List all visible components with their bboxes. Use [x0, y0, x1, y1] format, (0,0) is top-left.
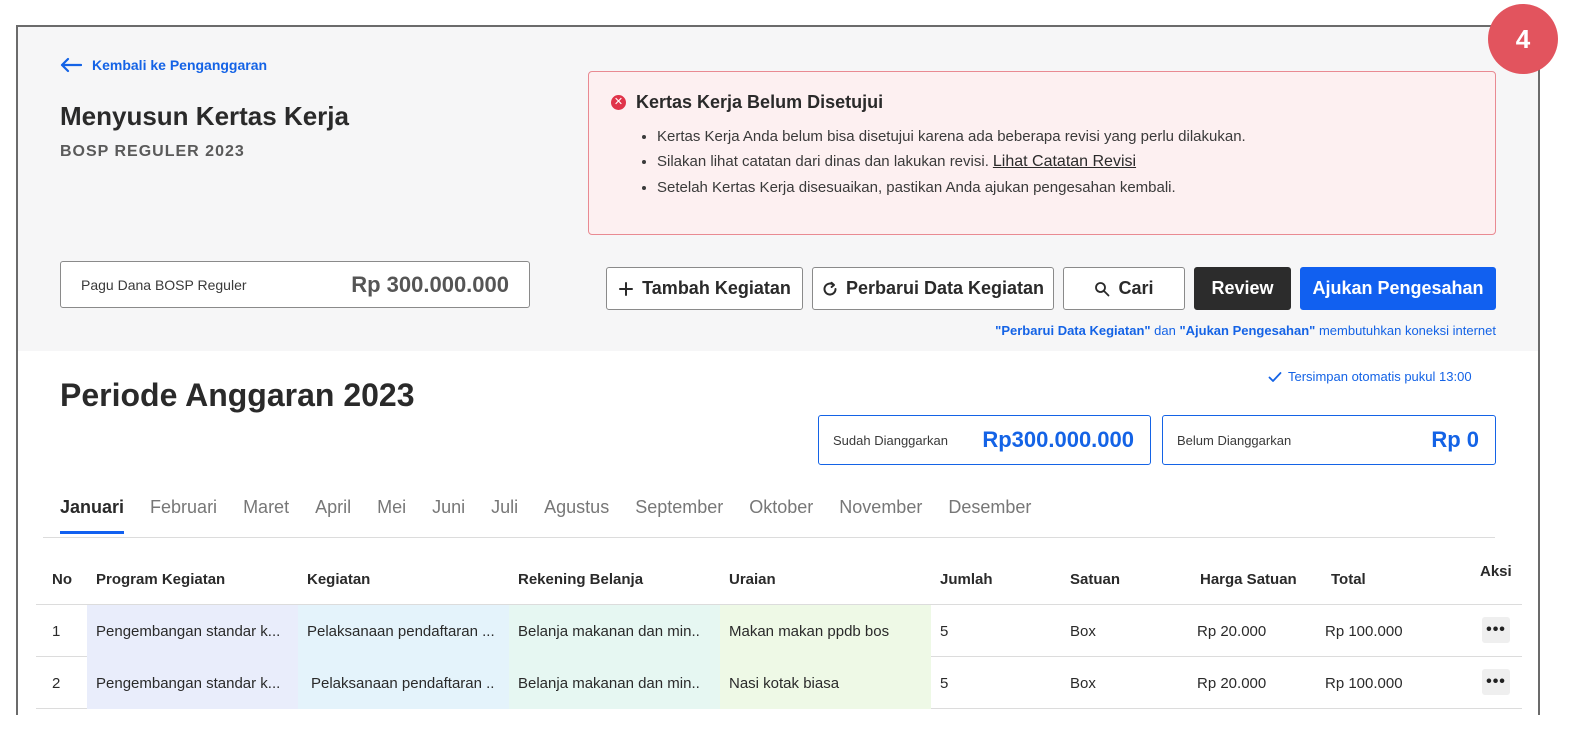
tab-november[interactable]: November [839, 497, 922, 534]
alert-list: Kertas Kerja Anda belum bisa disetujui k… [657, 128, 1246, 204]
cell-jumlah: 5 [940, 622, 949, 640]
search-icon [1095, 281, 1110, 296]
cell-uraian: Makan makan ppdb bos [720, 605, 931, 657]
period-title: Periode Anggaran 2023 [60, 377, 415, 413]
search-button[interactable]: Cari [1063, 267, 1185, 310]
cell-kegiatan: Pelaksanaan pendaftaran .. [298, 657, 509, 709]
budget-ceiling-box: Pagu Dana BOSP Reguler Rp 300.000.000 [60, 261, 530, 308]
alert-item-text: Setelah Kertas Kerja disesuaikan, pastik… [657, 179, 1176, 196]
app-frame: Kembali ke Penganggaran Menyusun Kertas … [16, 25, 1540, 715]
cell-uraian: Nasi kotak biasa [720, 657, 931, 709]
col-harga: Harga Satuan [1200, 571, 1297, 588]
budget-ceiling-value: Rp 300.000.000 [351, 271, 509, 297]
submit-approval-label: Ajukan Pengesahan [1312, 278, 1484, 298]
cell-total: Rp 100.000 [1325, 622, 1403, 640]
page-title: Menyusun Kertas Kerja [60, 101, 349, 131]
unbudgeted-summary: Belum Dianggarkan Rp 0 [1162, 415, 1496, 465]
unbudgeted-label: Belum Dianggarkan [1177, 432, 1292, 448]
col-total: Total [1331, 571, 1366, 588]
col-no: No [52, 571, 72, 588]
col-program: Program Kegiatan [96, 571, 226, 588]
table-row: 2 Pengembangan standar k... Pelaksanaan … [36, 657, 1522, 709]
tab-februari[interactable]: Februari [150, 497, 217, 534]
alert-item: Kertas Kerja Anda belum bisa disetujui k… [657, 128, 1246, 145]
cell-satuan: Box [1070, 674, 1096, 692]
cell-kegiatan: Pelaksanaan pendaftaran ... [298, 605, 509, 657]
cell-no: 2 [52, 674, 61, 692]
header-section: Kembali ke Penganggaran Menyusun Kertas … [18, 27, 1538, 351]
submit-approval-button[interactable]: Ajukan Pengesahan [1300, 267, 1496, 310]
alert-item: Silakan lihat catatan dari dinas dan lak… [657, 153, 1246, 171]
connection-note-part: membutuhkan koneksi internet [1315, 323, 1496, 338]
add-activity-button[interactable]: Tambah Kegiatan [606, 267, 803, 310]
tab-desember[interactable]: Desember [948, 497, 1031, 534]
col-uraian: Uraian [729, 571, 776, 588]
cell-harga: Rp 20.000 [1197, 622, 1267, 640]
arrow-left-icon [60, 57, 82, 73]
col-rekening: Rekening Belanja [518, 571, 644, 588]
cell-program: Pengembangan standar k... [87, 657, 298, 709]
tab-juni[interactable]: Juni [432, 497, 465, 534]
alert-item-text: Kertas Kerja Anda belum bisa disetujui k… [657, 128, 1246, 145]
autosave-status: Tersimpan otomatis pukul 13:00 [1268, 369, 1472, 384]
review-label: Review [1211, 278, 1274, 298]
plus-icon [619, 281, 634, 296]
alert-item: Setelah Kertas Kerja disesuaikan, pastik… [657, 179, 1246, 196]
connection-note-part: "Perbarui Data Kegiatan" [995, 323, 1151, 338]
cell-rekening: Belanja makanan dan min.. [509, 605, 720, 657]
cell-jumlah: 5 [940, 674, 949, 692]
tab-agustus[interactable]: Agustus [544, 497, 609, 534]
check-icon [1268, 371, 1282, 382]
back-link-label: Kembali ke Penganggaran [92, 57, 268, 73]
connection-note-part: dan [1150, 323, 1180, 338]
alert-item-text: Silakan lihat catatan dari dinas dan lak… [657, 153, 989, 170]
refresh-icon [823, 281, 837, 296]
cell-rekening: Belanja makanan dan min.. [509, 657, 720, 709]
error-icon: ✕ [611, 95, 626, 110]
row-actions-button[interactable]: ••• [1482, 669, 1510, 695]
back-link[interactable]: Kembali ke Penganggaran [60, 57, 267, 73]
cell-total: Rp 100.000 [1325, 674, 1403, 692]
unbudgeted-value: Rp 0 [1431, 427, 1479, 452]
rejection-alert: ✕ Kertas Kerja Belum Disetujui Kertas Ke… [588, 71, 1496, 235]
alert-header: ✕ Kertas Kerja Belum Disetujui [611, 92, 883, 113]
month-tabs: Januari Februari Maret April Mei Juni Ju… [60, 497, 1057, 534]
cell-no: 1 [52, 622, 61, 640]
tabs-divider [43, 537, 1495, 538]
cell-harga: Rp 20.000 [1197, 674, 1267, 692]
review-button[interactable]: Review [1194, 267, 1291, 310]
add-activity-label: Tambah Kegiatan [642, 278, 791, 298]
col-aksi: Aksi [1480, 563, 1512, 580]
cell-satuan: Box [1070, 622, 1096, 640]
search-label: Cari [1118, 278, 1154, 298]
tab-september[interactable]: September [635, 497, 723, 534]
col-jumlah: Jumlah [940, 571, 993, 588]
row-actions-button[interactable]: ••• [1482, 617, 1510, 643]
tab-mei[interactable]: Mei [377, 497, 406, 534]
col-satuan: Satuan [1070, 571, 1121, 588]
view-revision-notes-link[interactable]: Lihat Catatan Revisi [993, 153, 1136, 170]
alert-title: Kertas Kerja Belum Disetujui [636, 92, 884, 112]
budget-ceiling-label: Pagu Dana BOSP Reguler [81, 276, 247, 293]
tab-oktober[interactable]: Oktober [749, 497, 813, 534]
budgeted-summary: Sudah Dianggarkan Rp300.000.000 [818, 415, 1151, 465]
refresh-activity-label: Perbarui Data Kegiatan [845, 278, 1045, 298]
col-kegiatan: Kegiatan [307, 571, 371, 588]
connection-note: "Perbarui Data Kegiatan" dan "Ajukan Pen… [995, 323, 1496, 338]
cell-program: Pengembangan standar k... [87, 605, 298, 657]
tab-juli[interactable]: Juli [491, 497, 518, 534]
tab-januari[interactable]: Januari [60, 497, 125, 534]
connection-note-part: "Ajukan Pengesahan" [1179, 323, 1316, 338]
refresh-activity-button[interactable]: Perbarui Data Kegiatan [812, 267, 1054, 310]
step-number-badge: 4 [1488, 4, 1558, 74]
budgeted-label: Sudah Dianggarkan [833, 432, 948, 448]
budgeted-value: Rp300.000.000 [982, 427, 1134, 452]
table-row: 1 Pengembangan standar k... Pelaksanaan … [36, 605, 1522, 657]
page-subtitle: BOSP REGULER 2023 [60, 143, 245, 160]
tab-april[interactable]: April [315, 497, 351, 534]
table-header: No Program Kegiatan Kegiatan Rekening Be… [36, 561, 1522, 605]
tab-maret[interactable]: Maret [243, 497, 289, 534]
autosave-text: Tersimpan otomatis pukul 13:00 [1288, 369, 1472, 384]
